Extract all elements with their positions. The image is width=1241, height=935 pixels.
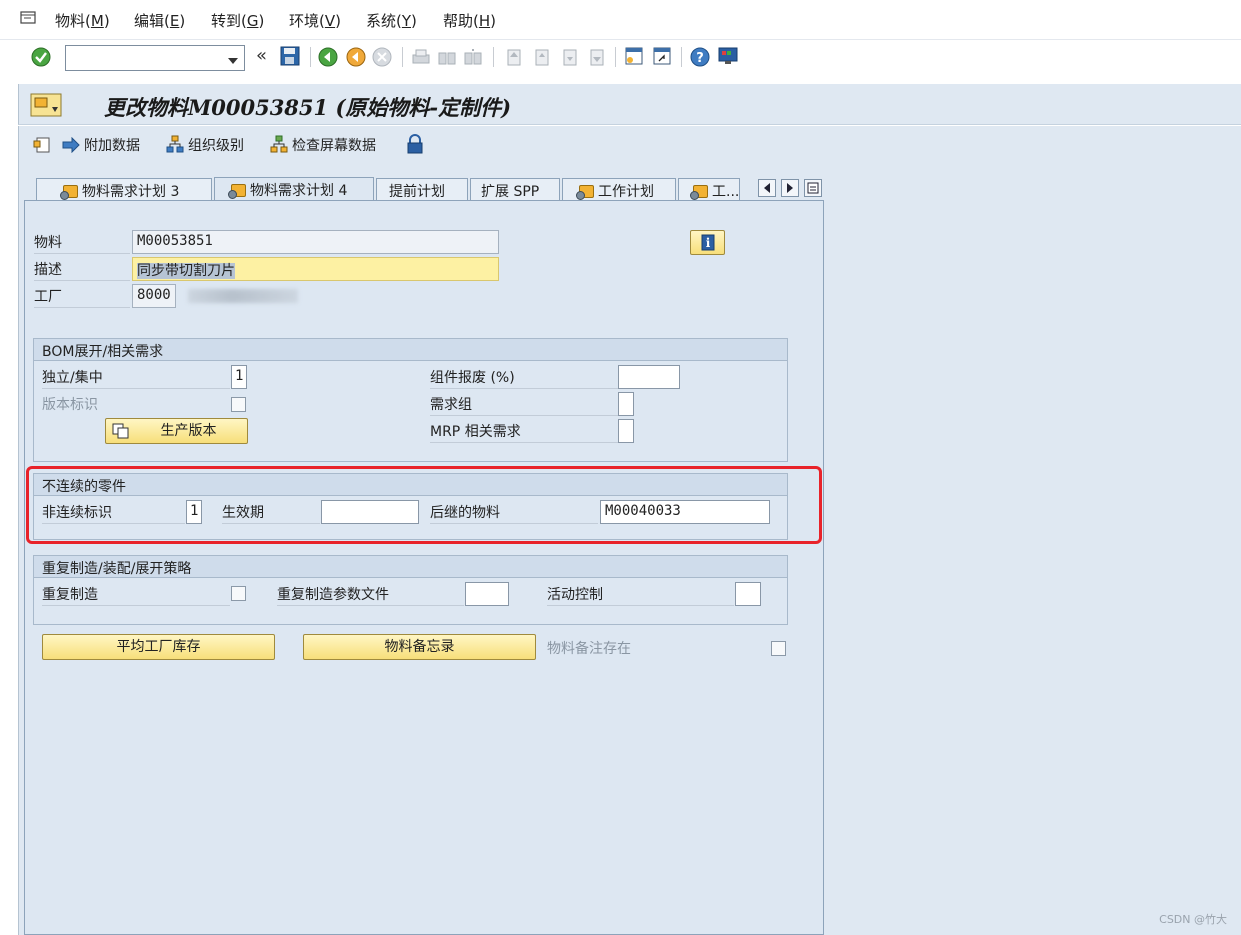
bom-group-title: BOM展开/相关需求 (34, 339, 787, 361)
version-indicator-label: 版本标识 (42, 397, 98, 413)
toolbar-separator (681, 47, 682, 67)
additional-data-button[interactable]: 附加数据 (62, 135, 140, 157)
tab-status-icon (60, 185, 78, 200)
first-page-icon (504, 47, 524, 67)
svg-text:?: ? (696, 51, 704, 66)
action-control-field[interactable] (735, 582, 761, 606)
memo-exists-checkbox (771, 641, 786, 656)
tab-more[interactable]: 工... (678, 178, 740, 201)
last-page-icon (587, 47, 607, 67)
hierarchy-icon (166, 135, 184, 157)
toolbar-separator (615, 47, 616, 67)
arrow-right-icon (62, 136, 80, 157)
material-memo-button[interactable]: 物料备忘录 (303, 634, 536, 660)
plant-stock-button[interactable]: 平均工厂库存 (42, 634, 275, 660)
mrp-dependent-req-label: MRP 相关需求 (430, 419, 618, 443)
plant-label: 工厂 (34, 284, 130, 308)
menu-help[interactable]: 帮助(H) (443, 10, 496, 31)
info-icon: i (706, 236, 711, 250)
tab-scroll-right-icon[interactable] (781, 179, 799, 197)
tab-work-scheduling[interactable]: 工作计划 (562, 178, 676, 201)
cancel-icon (372, 47, 392, 67)
action-control-label: 活动控制 (547, 582, 734, 606)
save-icon[interactable] (280, 46, 300, 66)
help-icon[interactable]: ? (690, 47, 710, 67)
rem-profile-field[interactable] (465, 582, 509, 606)
collapse-command-icon[interactable]: « (256, 45, 267, 66)
tab-scroll-left-icon[interactable] (758, 179, 776, 197)
org-levels-button[interactable]: 组织级别 (166, 135, 244, 157)
highlight-box (26, 466, 822, 544)
menu-bar (0, 0, 1241, 40)
toolbar-separator (493, 47, 494, 67)
shortcut-icon[interactable] (652, 46, 672, 66)
independent-collective-field[interactable]: 1 (231, 365, 247, 389)
repetitive-mfg-checkbox[interactable] (231, 586, 246, 601)
production-version-button[interactable]: 生产版本 (105, 418, 248, 444)
info-button[interactable]: i (690, 230, 725, 255)
component-scrap-label: 组件报废 (%) (430, 365, 618, 389)
watermark: CSDN @竹大 (1159, 913, 1227, 926)
plant-name-blurred (188, 289, 298, 303)
mrp-dependent-req-field[interactable] (618, 419, 634, 443)
menu-icon[interactable] (20, 10, 37, 25)
tab-forecast[interactable]: 提前计划 (376, 178, 468, 201)
tab-list-icon[interactable] (804, 179, 822, 197)
component-scrap-field[interactable] (618, 365, 680, 389)
tab-mrp3[interactable]: 物料需求计划 3 (36, 178, 212, 201)
find-next-icon (463, 47, 483, 67)
toolbar-separator (402, 47, 403, 67)
menu-material[interactable]: 物料(M) (55, 10, 110, 31)
menu-edit[interactable]: 编辑(E) (134, 10, 185, 31)
data-sheet-icon[interactable] (32, 134, 52, 154)
left-frame (0, 84, 18, 935)
menu-environment[interactable]: 环境(V) (289, 10, 341, 31)
find-icon (437, 47, 457, 67)
tab-status-icon (690, 185, 708, 200)
new-session-icon[interactable] (624, 46, 644, 66)
plant-field[interactable]: 8000 (132, 284, 176, 308)
version-indicator-checkbox (231, 397, 246, 412)
material-field[interactable]: M00053851 (132, 230, 499, 254)
tab-status-icon (228, 184, 246, 199)
repetitive-group-title: 重复制造/装配/展开策略 (34, 556, 787, 578)
previous-page-icon (532, 47, 552, 67)
requirements-group-field[interactable] (618, 392, 634, 416)
tab-extended-spp[interactable]: 扩展 SPP (470, 178, 560, 201)
description-field[interactable]: 同步带切割刀片 (132, 257, 499, 281)
rem-profile-label: 重复制造参数文件 (277, 582, 464, 606)
repetitive-mfg-label: 重复制造 (42, 582, 230, 606)
enter-check-icon[interactable] (31, 47, 51, 67)
menu-toggle-icon[interactable] (30, 93, 62, 117)
command-field[interactable] (65, 45, 245, 71)
material-label: 物料 (34, 230, 130, 254)
production-version-icon (112, 423, 130, 447)
dropdown-arrow-icon[interactable] (228, 54, 238, 64)
requirements-group-label: 需求组 (430, 392, 618, 416)
description-label: 描述 (34, 257, 130, 281)
independent-collective-label: 独立/集中 (42, 365, 230, 389)
check-screen-data-button[interactable]: 检查屏幕数据 (270, 135, 376, 157)
print-icon (411, 47, 431, 67)
back-icon[interactable] (318, 47, 338, 67)
tab-mrp4[interactable]: 物料需求计划 4 (214, 177, 374, 201)
customize-layout-icon[interactable] (717, 46, 739, 66)
menu-goto[interactable]: 转到(G) (211, 10, 264, 31)
tab-status-icon (576, 185, 594, 200)
memo-exists-label: 物料备注存在 (547, 641, 631, 657)
check-hierarchy-icon (270, 135, 288, 157)
toolbar-separator (310, 47, 311, 67)
next-page-icon (560, 47, 580, 67)
exit-icon[interactable] (346, 47, 366, 67)
page-title: 更改物料M00053851 (原始物料-定制件) (104, 95, 512, 120)
menu-system[interactable]: 系统(Y) (366, 10, 417, 31)
lock-icon[interactable] (406, 134, 424, 154)
